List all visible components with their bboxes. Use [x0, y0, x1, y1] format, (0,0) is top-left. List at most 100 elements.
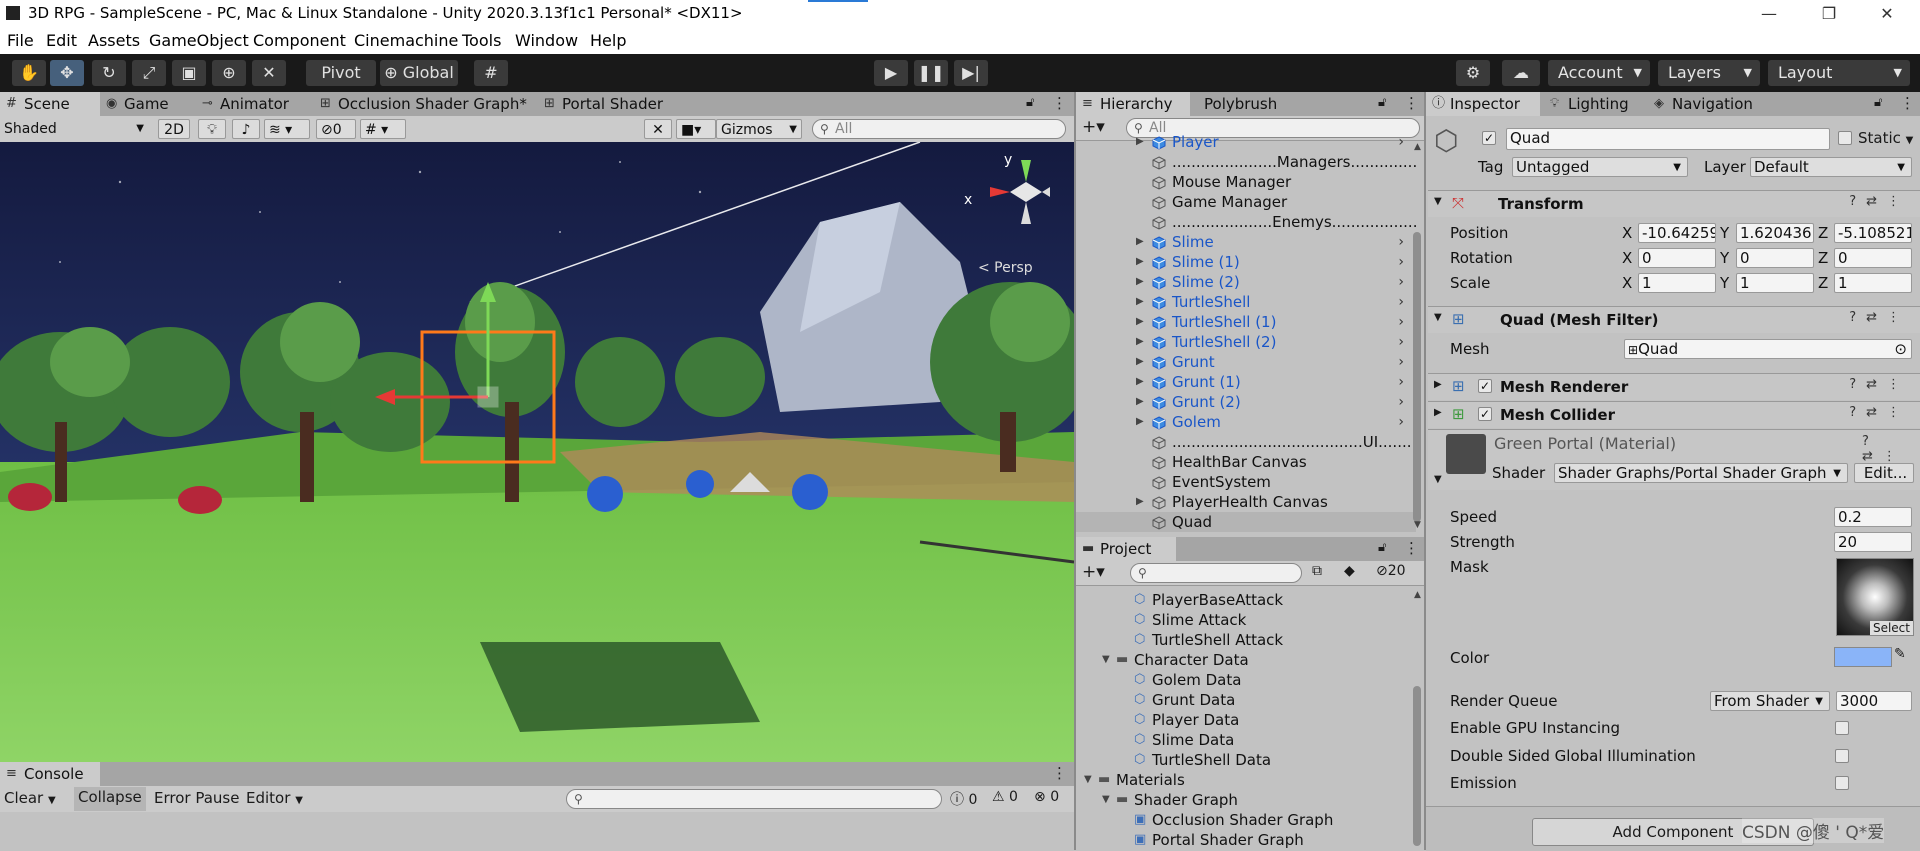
mask-select-button[interactable]: Select [1869, 621, 1913, 635]
log-count-toggle[interactable]: ⓘ 0 [950, 789, 977, 809]
hierarchy-item[interactable]: HealthBar Canvas [1076, 452, 1416, 472]
project-asset[interactable]: ⬡ Slime Data [1076, 730, 1406, 750]
menu-assets[interactable]: Assets [88, 31, 140, 50]
project-scrollbar[interactable]: ▲ [1412, 590, 1422, 850]
filter-type-icon[interactable]: ⧉ [1312, 563, 1322, 579]
maximize-button[interactable]: ❐ [1806, 0, 1852, 28]
foldout-closed-icon[interactable]: ▶ [1136, 412, 1144, 432]
tab-inspector[interactable]: ⓘ Inspector [1426, 92, 1540, 116]
mesh-renderer-header[interactable]: ▶ ⊞ ✓ Mesh Renderer ?⇄⋮ [1428, 373, 1920, 400]
rect-tool-icon[interactable]: ▣ [172, 60, 206, 86]
hierarchy-item[interactable]: ▶ TurtleShell › [1076, 292, 1416, 312]
foldout-open-icon[interactable]: ▼ [1102, 650, 1110, 670]
color-swatch[interactable] [1834, 647, 1892, 667]
eyedropper-icon[interactable]: ✎ [1894, 646, 1906, 662]
menu-gameobject[interactable]: GameObject [149, 31, 249, 50]
prefab-open-icon[interactable]: › [1398, 312, 1404, 332]
active-checkbox[interactable]: ✓ [1482, 131, 1496, 145]
strength-input[interactable]: 20 [1834, 532, 1912, 552]
gizmos-dropdown[interactable]: Gizmos ▼ [716, 119, 802, 139]
minimize-button[interactable]: — [1746, 0, 1792, 28]
account-dropdown[interactable]: Account ▼ [1548, 60, 1650, 86]
hierarchy-item[interactable]: ▶ Slime (1) › [1076, 252, 1416, 272]
render-queue-mode-dropdown[interactable]: From Shader ▼ [1710, 691, 1830, 711]
warning-count-toggle[interactable]: ⚠ 0 [992, 789, 1018, 805]
custom-tool-icon[interactable]: ✕ [252, 60, 286, 86]
mesh-collider-enabled-checkbox[interactable]: ✓ [1478, 407, 1492, 421]
hand-tool-icon[interactable]: ✋ [12, 60, 46, 86]
project-folder[interactable]: ▼ ▬ Shader Graph [1076, 790, 1406, 810]
hierarchy-item[interactable]: ▶ TurtleShell (2) › [1076, 332, 1416, 352]
kebab-menu-icon[interactable]: ⋮ [1052, 94, 1067, 112]
component-actions-icons[interactable]: ?⇄⋮ [1849, 310, 1910, 325]
menu-tools[interactable]: Tools [462, 31, 501, 50]
step-button[interactable]: ▶| [954, 60, 988, 86]
foldout-closed-icon[interactable]: ▶ [1136, 352, 1144, 372]
tab-polybrush[interactable]: Polybrush [1194, 92, 1304, 116]
speed-input[interactable]: 0.2 [1834, 507, 1912, 527]
lock-icon[interactable]: 🔓︎ [1378, 95, 1386, 110]
object-picker-icon[interactable]: ⊙ [1894, 340, 1907, 358]
filter-label-icon[interactable]: ◆ [1344, 563, 1355, 579]
layout-dropdown[interactable]: Layout ▼ [1768, 60, 1910, 86]
prefab-open-icon[interactable]: › [1398, 332, 1404, 352]
foldout-open-icon[interactable]: ▼ [1084, 770, 1092, 790]
tab-hierarchy[interactable]: ≡ Hierarchy [1076, 92, 1190, 116]
static-dropdown[interactable]: Static ▼ [1858, 129, 1913, 147]
lock-icon[interactable]: 🔓︎ [1026, 95, 1034, 110]
project-asset[interactable]: ⬡ TurtleShell Attack [1076, 630, 1406, 650]
scroll-up-icon[interactable]: ▲ [1414, 142, 1421, 152]
mesh-object-field[interactable]: ⊞Quad ⊙ [1624, 339, 1912, 359]
project-asset[interactable]: ⬡ TurtleShell Data [1076, 750, 1406, 770]
tab-animator[interactable]: ⊸ Animator [196, 92, 316, 116]
scale-z-input[interactable]: 1 [1834, 273, 1912, 293]
foldout-closed-icon[interactable]: ▶ [1136, 292, 1144, 312]
kebab-menu-icon[interactable]: ⋮ [1404, 539, 1419, 557]
project-asset[interactable]: ⬡ PlayerBaseAttack [1076, 590, 1406, 610]
kebab-menu-icon[interactable]: ⋮ [1900, 94, 1915, 112]
collapse-toggle[interactable]: Collapse [74, 787, 146, 811]
foldout-open-icon[interactable]: ▼ [1434, 474, 1442, 485]
menu-edit[interactable]: Edit [46, 31, 77, 50]
tab-navigation[interactable]: ◈ Navigation [1648, 92, 1768, 116]
grid-dropdown-icon[interactable]: # ▾ [360, 119, 406, 139]
component-actions-icons[interactable]: ?⇄⋮ [1849, 194, 1910, 209]
project-folder[interactable]: ▼ ▬ Character Data [1076, 650, 1406, 670]
rotation-x-input[interactable]: 0 [1638, 248, 1716, 268]
hierarchy-item[interactable]: ▶ Slime (2) › [1076, 272, 1416, 292]
scale-tool-icon[interactable]: ⤢ [132, 60, 166, 86]
transform-tool-icon[interactable]: ⊕ [212, 60, 246, 86]
mesh-filter-header[interactable]: ▼ ⊞ Quad (Mesh Filter) ?⇄⋮ [1428, 306, 1920, 333]
collab-icon[interactable]: ⚙ [1456, 60, 1490, 86]
hierarchy-item[interactable]: ▶ Grunt › [1076, 352, 1416, 372]
position-x-input[interactable]: -10.64259 [1638, 223, 1716, 243]
object-name-input[interactable]: Quad [1506, 128, 1830, 150]
menu-window[interactable]: Window [515, 31, 578, 50]
add-icon[interactable]: +▾ [1082, 562, 1105, 582]
scale-x-input[interactable]: 1 [1638, 273, 1716, 293]
project-search-input[interactable]: ⚲ [1130, 563, 1302, 583]
prefab-open-icon[interactable]: › [1398, 252, 1404, 272]
foldout-closed-icon[interactable]: ▶ [1136, 372, 1144, 392]
grid-snap-icon[interactable]: # [474, 60, 508, 86]
hierarchy-item[interactable]: ▶ PlayerHealth Canvas [1076, 492, 1416, 512]
component-actions-icons[interactable]: ?⇄⋮ [1862, 434, 1920, 464]
menu-file[interactable]: File [7, 31, 34, 50]
foldout-open-icon[interactable]: ▼ [1434, 312, 1442, 323]
prefab-open-icon[interactable]: › [1398, 272, 1404, 292]
tab-portal-shader-graph[interactable]: ⊞Portal Shader Graph [538, 92, 718, 137]
foldout-closed-icon[interactable]: ▶ [1136, 312, 1144, 332]
scale-y-input[interactable]: 1 [1736, 273, 1814, 293]
project-folder[interactable]: ▼ ▬ Materials [1076, 770, 1406, 790]
double-sided-gi-checkbox[interactable] [1835, 749, 1849, 763]
tab-lighting[interactable]: 💡︎ Lighting [1544, 92, 1648, 116]
prefab-open-icon[interactable]: › [1398, 292, 1404, 312]
prefab-open-icon[interactable]: › [1398, 372, 1404, 392]
scroll-thumb[interactable] [1413, 686, 1421, 846]
lock-icon[interactable]: 🔓︎ [1378, 540, 1386, 555]
hierarchy-item[interactable]: ▶ Grunt (1) › [1076, 372, 1416, 392]
render-queue-input[interactable]: 3000 [1836, 691, 1912, 711]
console-log-area[interactable] [0, 812, 1074, 850]
error-count-toggle[interactable]: ⊗ 0 [1034, 789, 1059, 805]
add-icon[interactable]: +▾ [1082, 117, 1105, 137]
